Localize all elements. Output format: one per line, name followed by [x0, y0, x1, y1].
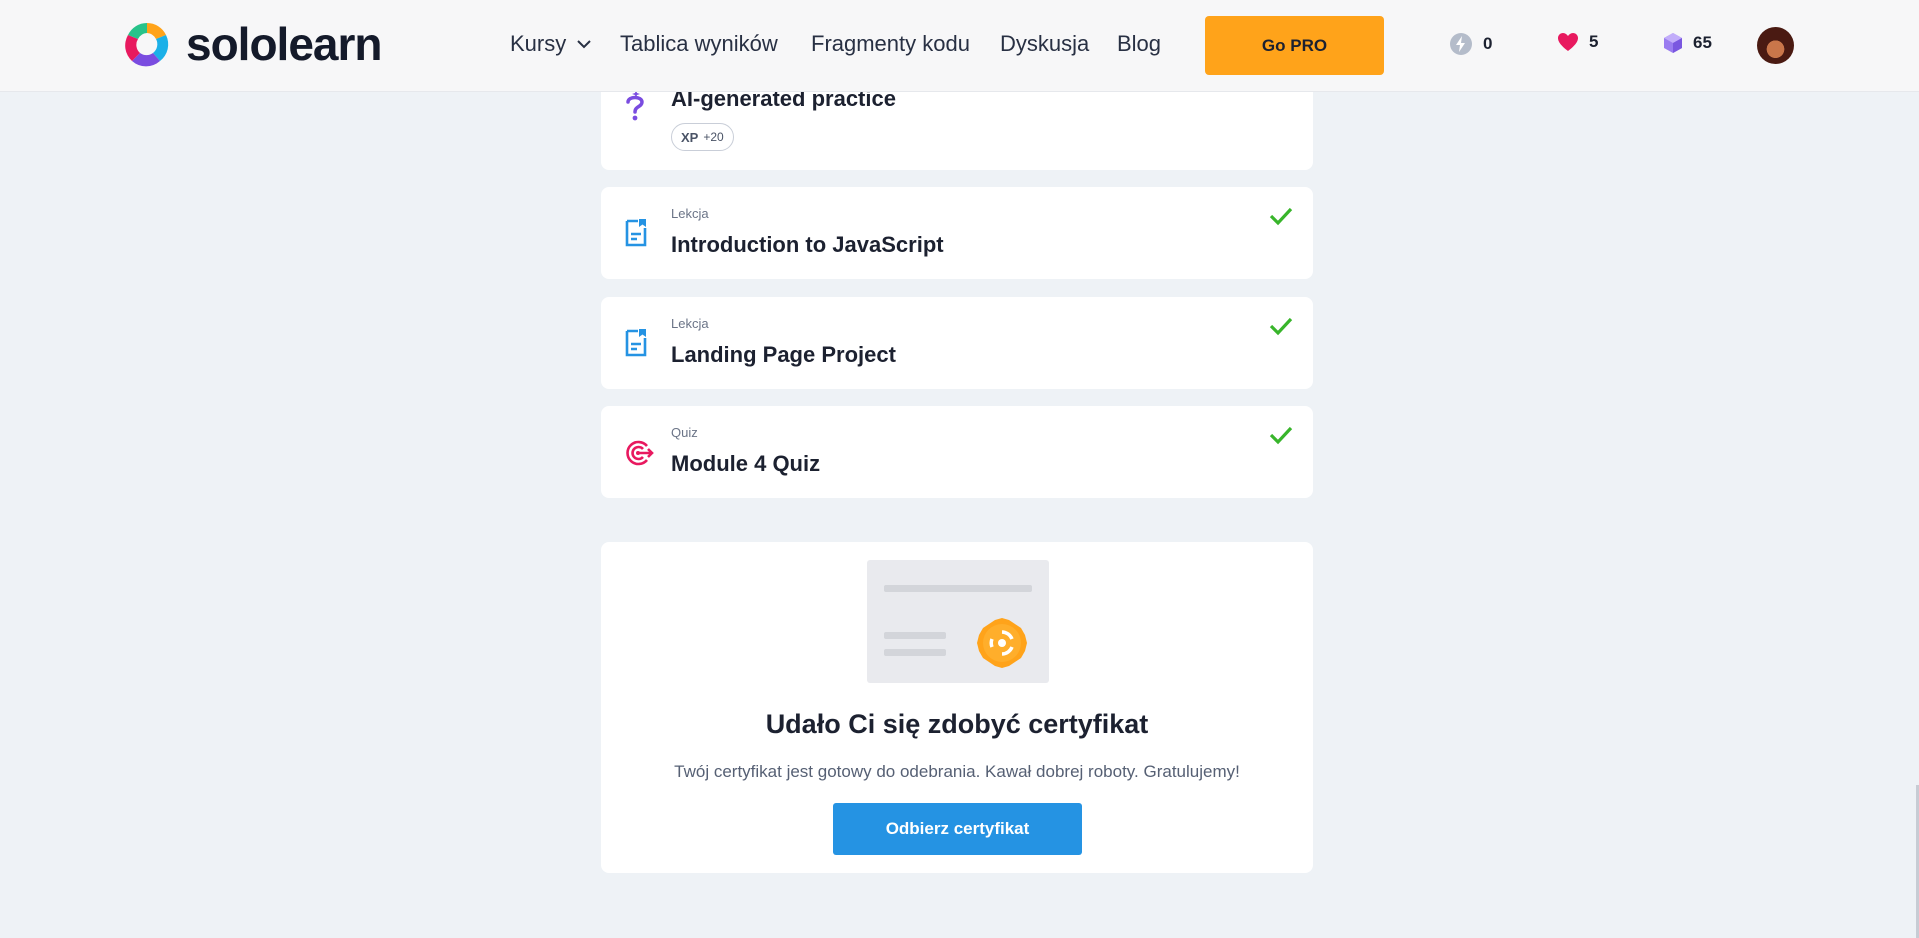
checkmark-icon — [1269, 207, 1293, 226]
sololearn-logo-icon — [125, 22, 169, 67]
heart-icon — [1558, 33, 1578, 51]
logo-wordmark: sololearn — [186, 18, 383, 70]
hearts-count: 5 — [1589, 32, 1599, 51]
xp-reward-badge: XP +20 — [671, 123, 734, 151]
sololearn-logo[interactable]: sololearn — [120, 17, 383, 71]
nav-courses-label: Kursy — [510, 31, 567, 56]
lesson-title: Introduction to JavaScript — [671, 232, 944, 257]
streak-count: 0 — [1483, 34, 1493, 53]
gems-count: 65 — [1693, 33, 1712, 52]
checkmark-icon — [1269, 317, 1293, 336]
bolt-icon — [1450, 33, 1472, 55]
xp-value: +20 — [703, 130, 724, 144]
claim-certificate-button[interactable]: Odbierz certyfikat — [833, 803, 1082, 855]
lesson-item-introduction[interactable]: Lekcja Introduction to JavaScript — [601, 187, 1313, 279]
hearts-counter[interactable]: 5 — [1557, 32, 1598, 52]
gem-icon — [1664, 33, 1682, 53]
go-pro-button[interactable]: Go PRO — [1205, 16, 1384, 75]
item-type-label: Lekcja — [671, 316, 709, 331]
nav-courses[interactable]: Kursy — [510, 30, 592, 58]
item-type-label: Lekcja — [671, 206, 709, 221]
certificate-seal-icon — [884, 585, 1032, 668]
xp-label: XP — [681, 129, 699, 145]
lesson-title: Landing Page Project — [671, 342, 896, 367]
chevron-down-icon — [577, 40, 591, 49]
nav-code-snippets[interactable]: Fragmenty kodu — [811, 30, 970, 58]
top-navigation-bar: sololearn Kursy Tablica wyników Fragment… — [0, 0, 1919, 92]
quiz-title: Module 4 Quiz — [671, 451, 821, 476]
nav-blog[interactable]: Blog — [1117, 30, 1161, 58]
checkmark-icon — [1269, 426, 1293, 445]
lesson-item-landing-page[interactable]: Lekcja Landing Page Project — [601, 297, 1313, 389]
certificate-illustration — [867, 560, 1049, 683]
quiz-item-module-4[interactable]: Quiz Module 4 Quiz — [601, 406, 1313, 498]
certificate-description: Twój certyfikat jest gotowy do odebrania… — [674, 762, 1240, 781]
certificate-card: Udało Ci się zdobyć certyfikat Twój cert… — [601, 542, 1313, 873]
nav-leaderboard[interactable]: Tablica wyników — [620, 30, 778, 58]
quiz-target-icon — [626, 440, 654, 466]
question-sparkle-icon — [626, 90, 644, 121]
nav-discussion[interactable]: Dyskusja — [1000, 30, 1089, 58]
certificate-title: Udało Ci się zdobyć certyfikat — [765, 709, 1149, 739]
gems-counter[interactable]: 65 — [1663, 32, 1712, 54]
lesson-icon — [625, 329, 647, 357]
lesson-icon — [625, 219, 647, 247]
user-avatar[interactable] — [1757, 27, 1794, 64]
streak-counter[interactable]: 0 — [1449, 32, 1492, 56]
item-type-label: Quiz — [671, 425, 698, 440]
